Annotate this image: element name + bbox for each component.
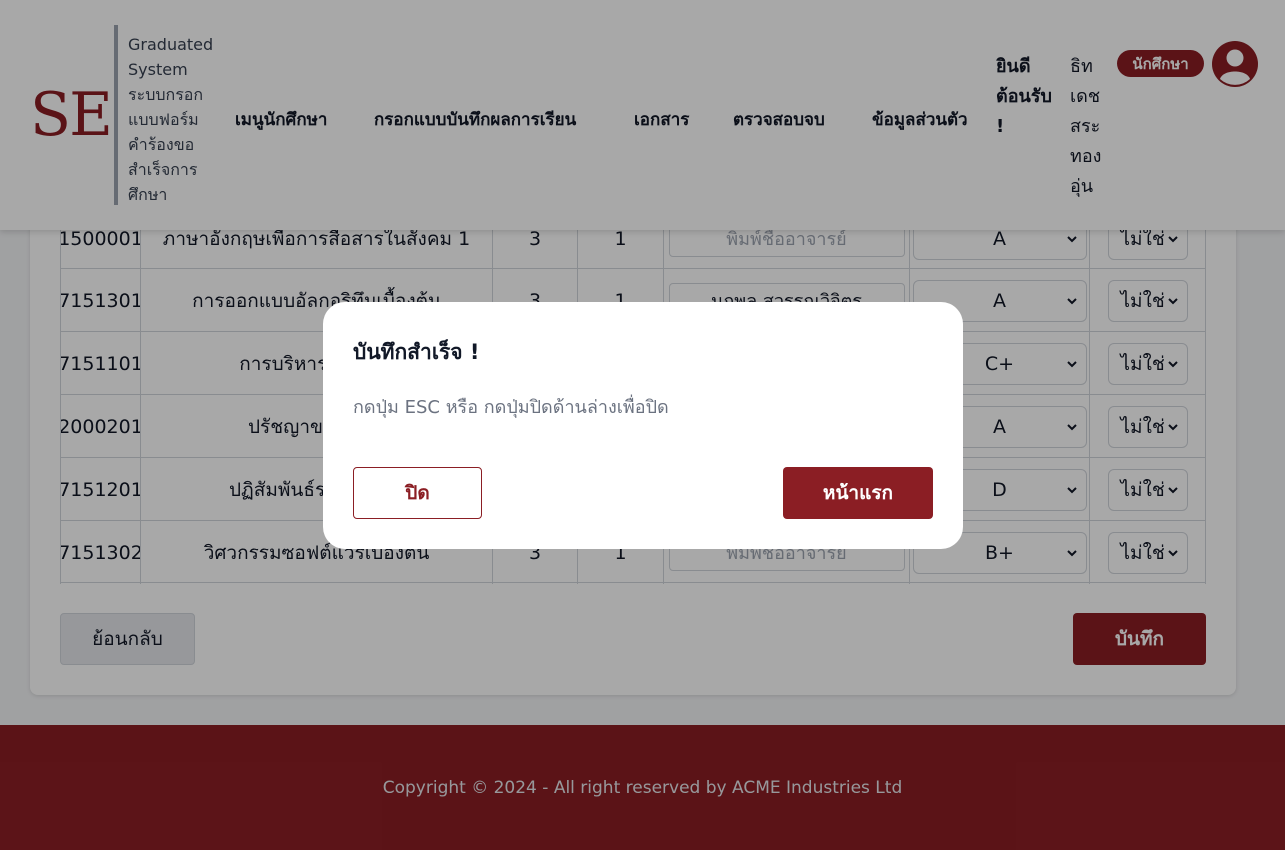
close-button[interactable]: ปิด xyxy=(353,467,482,519)
home-button[interactable]: หน้าแรก xyxy=(783,467,933,519)
success-modal: บันทึกสำเร็จ ! กดปุ่ม ESC หรือ กดปุ่มปิด… xyxy=(323,302,963,549)
modal-message: กดปุ่ม ESC หรือ กดปุ่มปิดด้านล่างเพื่อปิ… xyxy=(353,397,669,418)
modal-title: บันทึกสำเร็จ ! xyxy=(353,340,480,364)
